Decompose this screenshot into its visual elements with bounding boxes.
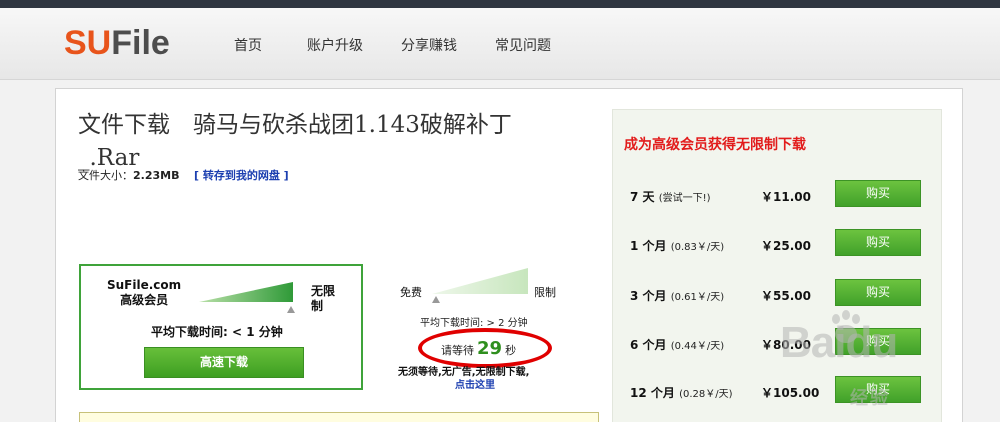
plan-note: (0.44￥/天): [670, 341, 725, 352]
red-highlight-circle: [418, 328, 552, 368]
nav-home[interactable]: 首页: [234, 35, 262, 55]
save-to-disk-link[interactable]: [ 转存到我的网盘 ]: [194, 167, 289, 183]
plan-note: (0.61￥/天): [670, 292, 725, 303]
watermark-baidu: Baidu: [780, 318, 898, 367]
file-size-label: 文件大小：: [78, 169, 133, 182]
logo-su: SU: [64, 24, 112, 62]
plan-name-text: 3 个月: [630, 289, 667, 303]
plan-3-months: 3 个月 (0.61￥/天) ￥55.00 购买: [613, 279, 943, 309]
file-title: 文件下载 骑马与砍杀战团1.143破解补丁_.Rar: [78, 112, 512, 171]
buy-button[interactable]: 购买: [835, 279, 921, 306]
plan-price: ￥55.00: [761, 289, 811, 303]
plan-name: 3 个月 (0.61￥/天): [630, 287, 724, 304]
site-header: SUFile 首页 账户升级 分享赚钱 常见问题: [0, 8, 1000, 80]
plan-name-text: 12 个月: [630, 386, 675, 400]
nav-account-upgrade[interactable]: 账户升级: [307, 35, 363, 55]
plan-note: (尝试一下!): [658, 193, 711, 204]
baidu-jingyan-watermark: Baidu 经验: [780, 310, 1000, 422]
free-speed-marker: [432, 296, 440, 303]
premium-avg-time: 平均下载时间: < 1 分钟: [151, 325, 283, 339]
plan-name: 1 个月 (0.83￥/天): [630, 237, 724, 254]
premium-unlimited-label: 无限制: [311, 284, 336, 313]
main-nav: 首页 账户升级 分享赚钱 常见问题: [234, 35, 596, 55]
premium-speed-ramp: [199, 282, 293, 302]
notice-box: [79, 412, 599, 422]
plan-7-days: 7 天 (尝试一下!) ￥11.00 购买: [613, 180, 943, 210]
premium-brand-member: 高级会员: [120, 293, 169, 307]
nav-share-earn[interactable]: 分享赚钱: [401, 35, 457, 55]
high-speed-download-button[interactable]: 高速下载: [144, 347, 304, 378]
plan-note: (0.83￥/天): [670, 242, 725, 253]
premium-brand: SuFile.com 高级会员: [107, 278, 181, 308]
file-size: 文件大小：2.23MB: [78, 167, 179, 183]
free-label: 免费: [400, 286, 422, 299]
plan-note: (0.28￥/天): [679, 389, 733, 400]
plan-name-text: 7 天: [630, 190, 655, 204]
click-here-link[interactable]: 点击这里: [455, 376, 495, 391]
limit-label: 限制: [534, 286, 556, 299]
premium-brand-site: SuFile.com: [107, 278, 182, 292]
plan-name: 7 天 (尝试一下!): [630, 188, 711, 205]
top-strip: [0, 0, 1000, 8]
plan-name: 6 个月 (0.44￥/天): [630, 336, 724, 353]
free-download-box: 免费 限制 平均下载时间: > 2 分钟 请等待 29 秒 无须等待,无广告,无限制…: [386, 264, 606, 394]
plan-price: ￥25.00: [761, 239, 811, 253]
plan-name: 12 个月 (0.28￥/天): [630, 384, 733, 401]
nav-faq[interactable]: 常见问题: [495, 35, 551, 55]
plan-price: ￥11.00: [761, 190, 811, 204]
plan-name-text: 6 个月: [630, 338, 667, 352]
buy-button[interactable]: 购买: [835, 229, 921, 256]
logo-file: File: [111, 24, 170, 62]
membership-heading: 成为高级会员获得无限制下载: [624, 137, 806, 153]
file-size-value: 2.23MB: [133, 169, 180, 182]
free-avg-time: 平均下载时间: > 2 分钟: [420, 318, 528, 329]
premium-download-box: SuFile.com 高级会员 无限制 平均下载时间: < 1 分钟 高速下载: [79, 264, 363, 390]
sufile-logo[interactable]: SUFile: [64, 24, 170, 63]
plan-1-month: 1 个月 (0.83￥/天) ￥25.00 购买: [613, 229, 943, 259]
free-speed-ramp: [432, 268, 528, 294]
watermark-jingyan: 经验: [850, 388, 890, 409]
buy-button[interactable]: 购买: [835, 180, 921, 207]
premium-speed-marker: [287, 306, 295, 313]
plan-name-text: 1 个月: [630, 239, 667, 253]
